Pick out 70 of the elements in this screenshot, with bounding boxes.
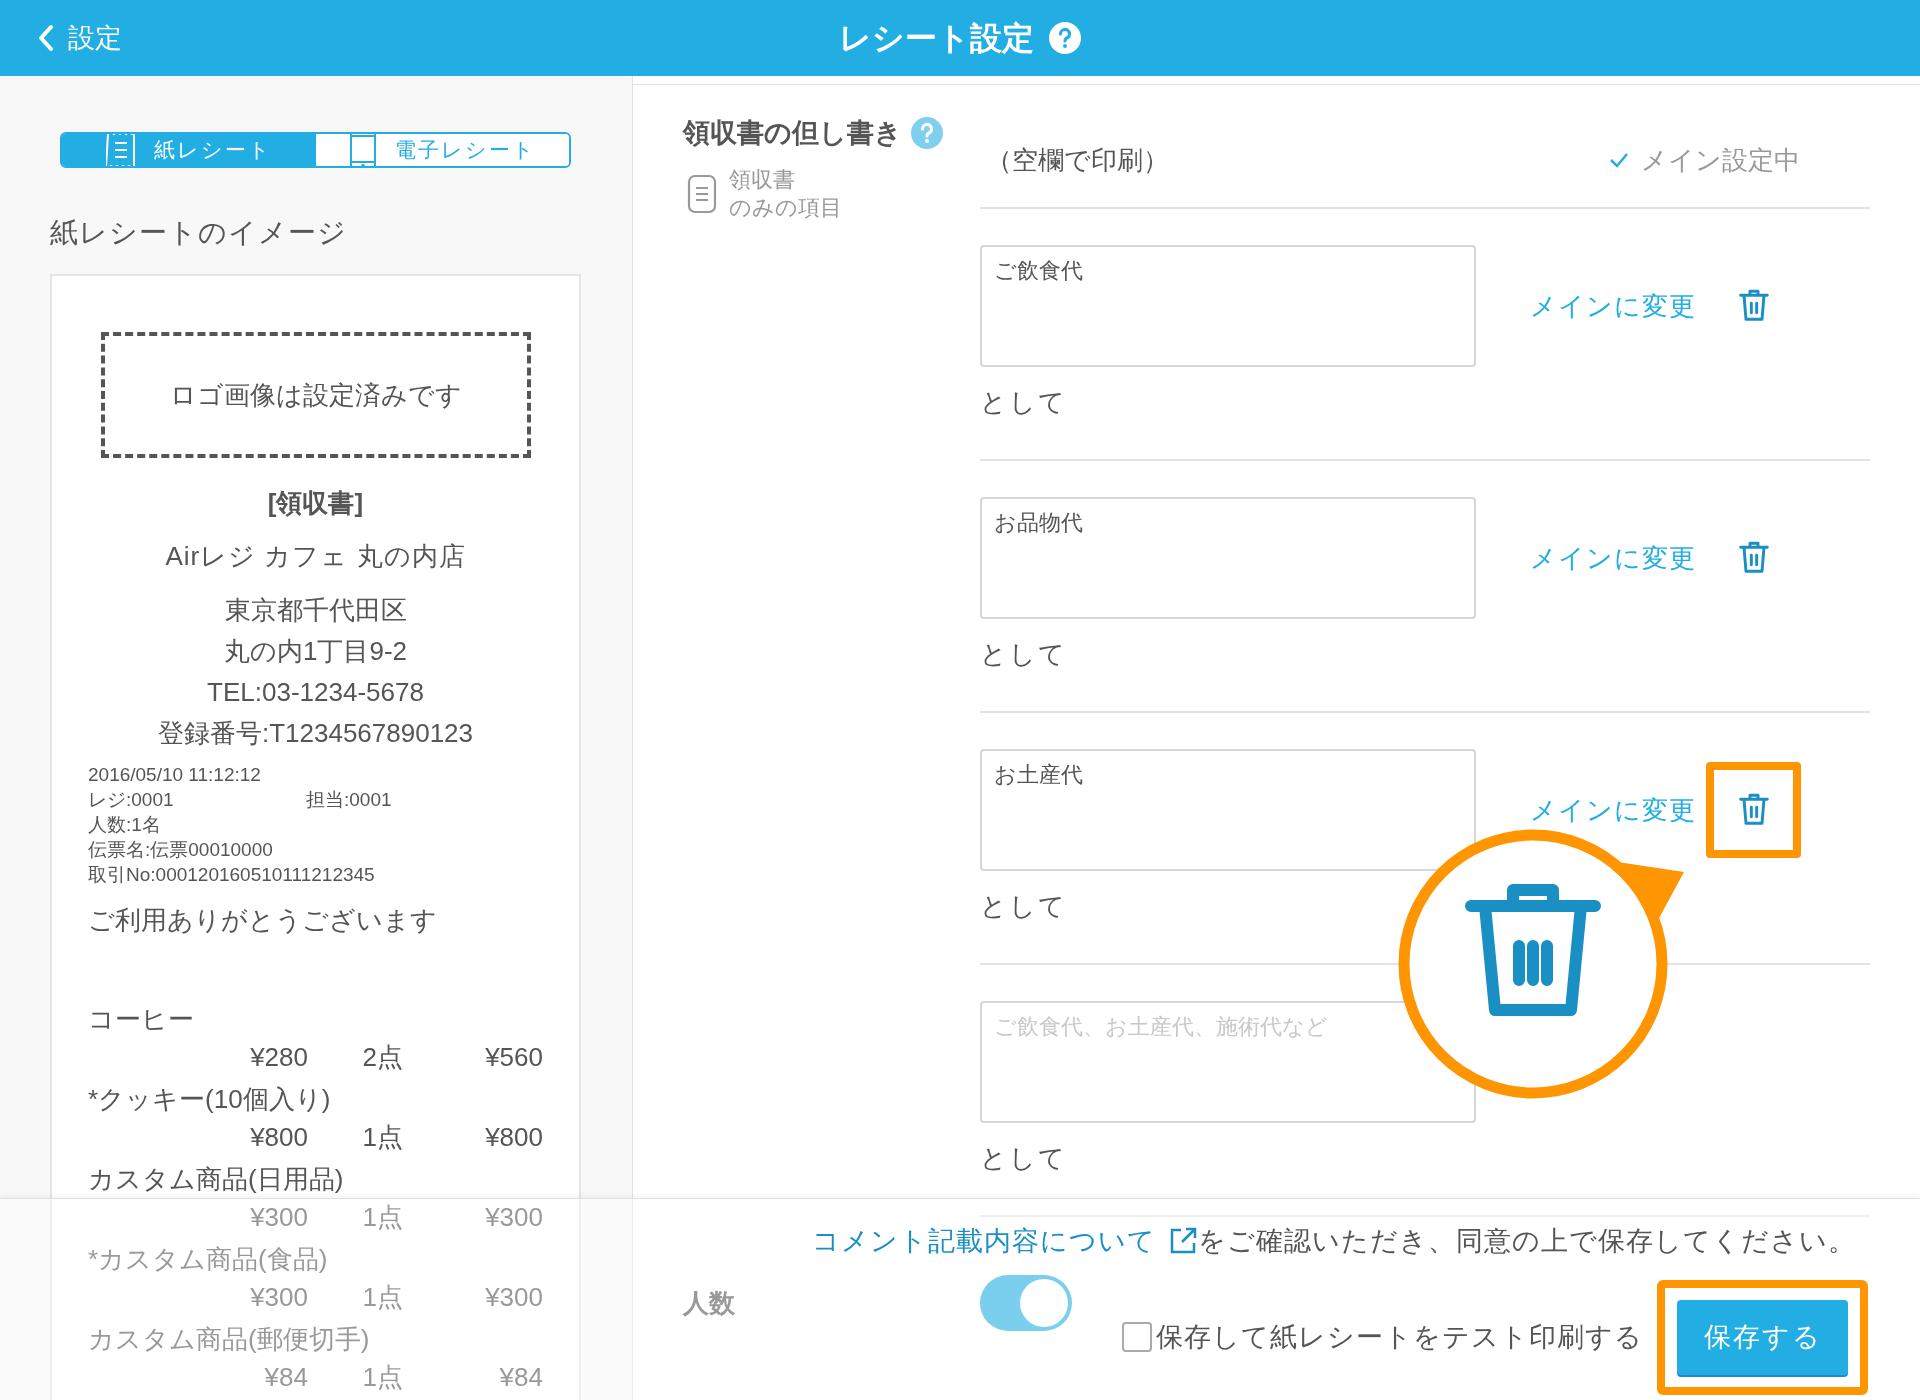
back-button[interactable]: 設定: [38, 17, 122, 59]
item-total: ¥84: [498, 1361, 543, 1394]
help-icon[interactable]: [1047, 21, 1082, 55]
preview-title: 紙レシートのイメージ: [50, 216, 348, 250]
item-price: ¥800: [249, 1121, 308, 1154]
back-chevron-icon: [38, 24, 54, 52]
comment-guideline-link[interactable]: コメント記載内容について: [812, 1221, 1198, 1262]
registration-number: 登録番号:T1234567890123: [157, 717, 474, 750]
note-suffix: として: [980, 386, 1068, 419]
trash-icon[interactable]: [1737, 540, 1770, 576]
address-line: 東京都千代田区: [224, 594, 407, 627]
receipt-type-tab[interactable]: 電子レシート: [315, 134, 569, 166]
thanks-message: ご利用ありがとうございます: [88, 904, 438, 937]
note-input-field[interactable]: お土産代: [980, 749, 1476, 871]
test-print-checkbox[interactable]: [1122, 1322, 1152, 1352]
set-as-main-link[interactable]: メインに変更: [1530, 538, 1696, 578]
receipt-info-line: 2016/05/10 11:12:12: [88, 763, 261, 787]
item-name: *クッキー(10個入り): [88, 1083, 332, 1116]
item-price: ¥84: [263, 1361, 308, 1394]
save-notice-text: をご確認いただき、同意の上で保存してください。: [1198, 1225, 1856, 1258]
receipt-info-line: 担当:0001: [306, 788, 392, 812]
item-name: コーヒー: [88, 1003, 195, 1036]
trash-icon[interactable]: [1737, 288, 1770, 324]
receipt-info-line: 人数:1名: [88, 813, 161, 837]
set-as-main-link[interactable]: メインに変更: [1530, 286, 1696, 326]
item-quantity: 1点: [361, 1281, 403, 1314]
item-name: カスタム商品(日用品): [88, 1163, 345, 1196]
receipt-icon: [105, 134, 136, 166]
check-icon: [1609, 152, 1629, 168]
receipt-info-line: 取引No:000120160510111212345: [88, 863, 375, 887]
document-icon: [687, 173, 717, 214]
phone-number: TEL:03-1234-5678: [207, 676, 424, 709]
note-suffix: として: [980, 638, 1068, 671]
item-quantity: 1点: [361, 1121, 403, 1154]
test-print-label: 保存して紙レシートをテスト印刷する: [1156, 1320, 1643, 1354]
item-total: ¥800: [484, 1121, 543, 1154]
item-total: ¥560: [484, 1041, 543, 1074]
item-quantity: 1点: [361, 1361, 403, 1394]
section-subtitle-line: 領収書: [729, 165, 796, 194]
item-total: ¥300: [484, 1201, 543, 1234]
set-as-main-link[interactable]: メインに変更: [1530, 790, 1696, 830]
receipt-info-line: 伝票名:伝票00010000: [88, 838, 273, 862]
section-title: 領収書の但し書き: [683, 117, 902, 150]
section-subtitle-line: のみの項目: [729, 193, 842, 222]
item-price: ¥300: [249, 1281, 308, 1314]
item-name: カスタム商品(郵便切手): [88, 1323, 371, 1356]
item-quantity: 1点: [361, 1201, 403, 1234]
main-setting-status: メイン設定中: [1641, 143, 1800, 177]
people-toggle[interactable]: [980, 1275, 1072, 1331]
people-label: 人数: [683, 1286, 736, 1320]
item-price: ¥300: [249, 1201, 308, 1234]
note-input-field[interactable]: ご飲食代: [980, 245, 1476, 367]
receipt-heading: [領収書]: [267, 487, 364, 520]
receipt-type-tab[interactable]: 紙レシート: [62, 134, 316, 166]
save-button[interactable]: 保存する: [1677, 1299, 1848, 1375]
address-line: 丸の内1丁目9-2: [223, 635, 407, 668]
note-suffix: として: [980, 1142, 1068, 1175]
item-quantity: 2点: [361, 1041, 403, 1074]
item-total: ¥300: [484, 1281, 543, 1314]
logo-note: ロゴ画像は設定済みです: [169, 378, 462, 412]
receipt-info-line: レジ:0001: [88, 788, 175, 812]
item-name: *カスタム商品(食品): [88, 1243, 329, 1276]
store-name: Airレジ カフェ 丸の内店: [165, 540, 466, 573]
default-note-label: （空欄で印刷）: [986, 143, 1169, 177]
item-price: ¥280: [249, 1041, 308, 1074]
note-suffix: として: [980, 890, 1068, 923]
trash-icon[interactable]: [1737, 792, 1770, 828]
page-title: レシート設定: [838, 19, 1034, 58]
note-input-field[interactable]: お品物代: [980, 497, 1476, 619]
help-icon[interactable]: [910, 116, 944, 151]
